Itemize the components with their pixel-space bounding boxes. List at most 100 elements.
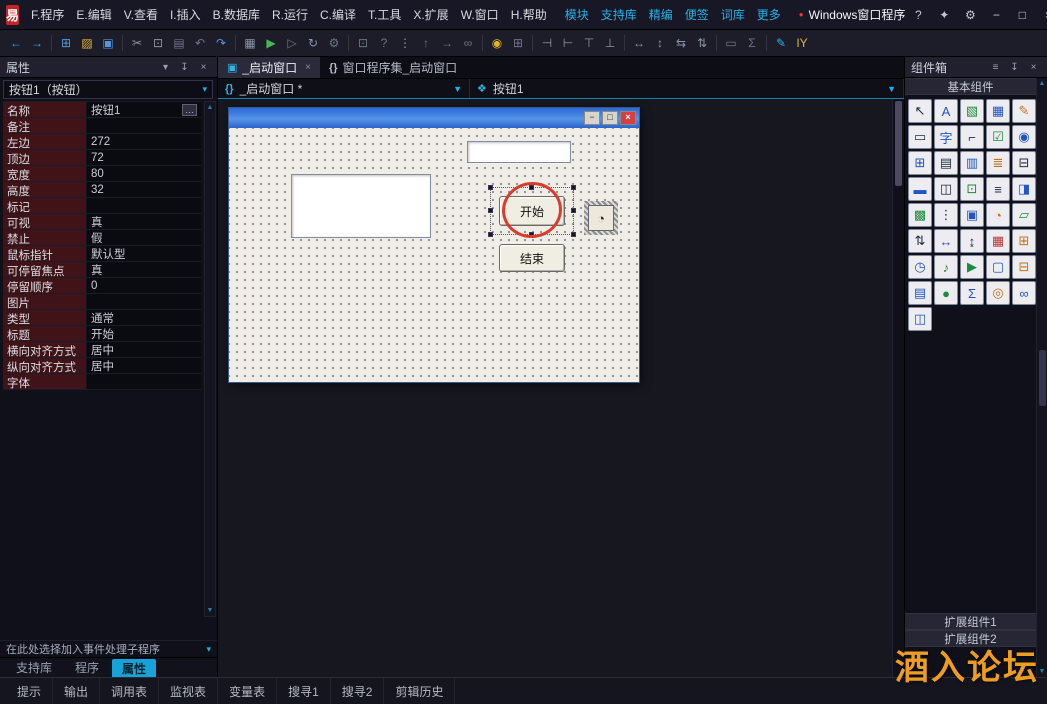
menu-insert[interactable]: I.插入 [164,0,207,29]
menu-window[interactable]: W.窗口 [455,0,505,29]
menu-database[interactable]: B.数据库 [207,0,266,29]
form-designer-canvas[interactable]: − □ × 开始 [218,99,904,677]
insert-resource-icon[interactable]: ▦ [240,33,260,53]
more-vertical-icon[interactable]: ⋮ [395,33,415,53]
property-row-picture[interactable]: 图片 [3,294,201,310]
property-value[interactable] [87,198,201,213]
form-select-combo[interactable]: {} _启动窗口 * ▼ [218,79,470,98]
property-row-valign[interactable]: 纵向对齐方式 居中 [3,358,201,374]
palette-scrollbar[interactable]: ▲ ▼ [1036,78,1047,677]
align-bottom-icon[interactable]: ⊥ [600,33,620,53]
property-row-left[interactable]: 左边 272 [3,134,201,150]
property-value[interactable]: 开始 [87,326,201,341]
page-frame-icon[interactable]: ⊡ [960,177,984,201]
help-search-icon[interactable]: ? [374,33,394,53]
properties-scrollbar[interactable]: ▲ ▼ [204,101,216,617]
property-value[interactable]: 通常 [87,310,201,325]
data-grid-icon[interactable]: ▩ [908,203,932,227]
menu-static-compile[interactable]: 精编 [643,0,679,29]
menu-more[interactable]: 更多 [751,0,787,29]
media-box-icon[interactable]: ♪ [934,255,958,279]
selection-handle[interactable] [571,232,576,237]
menu-support-library[interactable]: 支持库 [595,0,643,29]
tab-properties[interactable]: 属性 [112,659,156,677]
paste-icon[interactable]: ▤ [169,33,189,53]
forward-icon[interactable]: → [27,33,47,53]
status-tab-call-table[interactable]: 调用表 [100,678,159,704]
menu-view[interactable]: V.查看 [118,0,164,29]
property-row-font[interactable]: 字体 [3,374,201,390]
section-basic-components[interactable]: 基本组件 [905,78,1036,95]
calendar-icon[interactable]: ⊞ [1012,229,1036,253]
label-icon[interactable]: A [934,99,958,123]
chevron-down-icon[interactable]: ▾ [202,84,207,95]
arrange-icon[interactable]: IY [792,33,812,53]
menu-edit[interactable]: E.编辑 [70,0,117,29]
property-value[interactable]: 按钮1… [87,102,201,117]
property-value[interactable]: 32 [87,182,201,197]
align-left-icon[interactable]: ⊣ [537,33,557,53]
group-box-icon[interactable]: ⊟ [1012,151,1036,175]
sql-query-icon[interactable]: Σ [960,281,984,305]
sketchpad-icon[interactable]: ✎ [1012,99,1036,123]
link-icon[interactable]: ∞ [458,33,478,53]
list-box-icon[interactable]: ▤ [934,151,958,175]
palette-scrollbar-thumb[interactable] [1039,350,1046,406]
form-list-icon[interactable]: ⊞ [508,33,528,53]
scroll-up-icon[interactable]: ▲ [207,104,214,111]
property-value[interactable]: 默认型 [87,246,201,261]
tree-view-icon[interactable]: ⋮ [934,203,958,227]
property-row-tab-order[interactable]: 停留顺序 0 [3,278,201,294]
property-row-visible[interactable]: 可视 真 [3,214,201,230]
property-value[interactable]: 272 [87,134,201,149]
record-set-icon[interactable]: ● [934,281,958,305]
timer-icon[interactable]: ◷ [908,255,932,279]
save-icon[interactable]: ▣ [98,33,118,53]
status-tab-watch-table[interactable]: 监视表 [159,678,218,704]
sort-list-icon[interactable]: ≣ [986,151,1010,175]
selection-handle[interactable] [488,208,493,213]
form-minimize-icon[interactable]: − [584,111,600,125]
hyperlink-icon[interactable]: ∞ [1012,281,1036,305]
status-tab-search1[interactable]: 搜寻1 [277,678,331,704]
chevron-down-icon[interactable]: ▾ [158,62,173,73]
selection-handle[interactable] [571,185,576,190]
minimize-icon[interactable]: − [983,0,1009,29]
combo-arrow-icon[interactable]: ▼ [453,84,462,94]
debug-run-icon[interactable]: ▷ [282,33,302,53]
menu-dictionary[interactable]: 词库 [715,0,751,29]
tab-support-library[interactable]: 支持库 [6,658,62,677]
static-compile-icon[interactable]: ⚙ [324,33,344,53]
cursor-tool-icon[interactable]: ↖ [908,99,932,123]
close-icon[interactable]: × [1035,0,1047,29]
property-row-halign[interactable]: 横向对齐方式 居中 [3,342,201,358]
property-row-top[interactable]: 顶边 72 [3,150,201,166]
menu-notes[interactable]: 便签 [679,0,715,29]
property-value[interactable] [87,374,201,389]
split-panel-icon[interactable]: ◨ [1012,177,1036,201]
scroll-down-icon[interactable]: ▼ [1039,668,1046,675]
open-folder-icon[interactable]: ▨ [77,33,97,53]
center-vertical-icon[interactable]: ↕ [650,33,670,53]
menu-program[interactable]: F.程序 [25,0,70,29]
property-value[interactable]: 0 [87,278,201,293]
com-object-icon[interactable]: ◎ [986,281,1010,305]
property-value[interactable]: 真 [87,262,201,277]
check-box-icon[interactable]: ☑ [986,125,1010,149]
menu-run[interactable]: R.运行 [266,0,314,29]
property-value[interactable]: 假 [87,230,201,245]
theme-icon[interactable]: ✦ [931,0,957,29]
form-close-icon[interactable]: × [620,111,636,125]
component-selector[interactable]: 按钮1（按钮） ▾ [3,80,213,99]
close-panel-icon[interactable]: × [1026,62,1041,73]
edit-box-icon[interactable]: 字 [934,125,958,149]
property-value[interactable]: 居中 [87,342,201,357]
property-value[interactable]: 居中 [87,358,201,373]
combo-box-icon[interactable]: ▥ [960,151,984,175]
same-size-icon[interactable]: ▭ [721,33,741,53]
settings-gear-icon[interactable]: ⚙ [957,0,983,29]
list-box-control[interactable] [291,174,431,238]
picture-box-icon[interactable]: ▧ [960,99,984,123]
spin-button-icon[interactable]: ↨ [960,229,984,253]
canvas-scrollbar-thumb[interactable] [895,101,902,186]
